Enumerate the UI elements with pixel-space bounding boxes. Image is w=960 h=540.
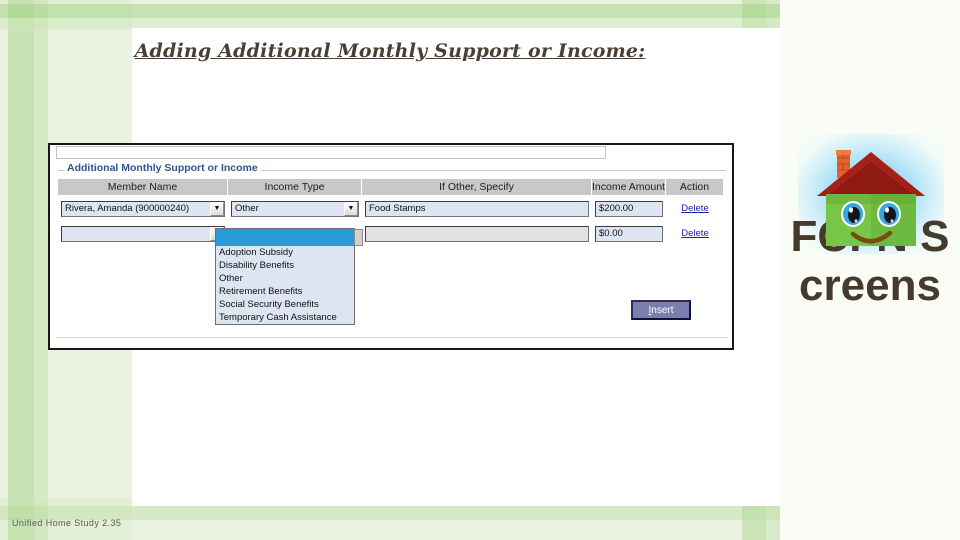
support-income-fieldset: Additional Monthly Support or Income Mem… — [56, 162, 728, 348]
table-row: Rivera, Amanda (900000240) ▼ Other ▼ Foo… — [58, 196, 724, 221]
embedded-app-screenshot: Additional Monthly Support or Income Mem… — [48, 143, 734, 350]
delete-link[interactable]: Delete — [681, 228, 708, 239]
dropdown-scrollbar[interactable] — [354, 229, 363, 246]
footer-version-label: Unified Home Study 2.35 — [12, 518, 122, 528]
column-header-action: Action — [666, 179, 724, 196]
if-other-cell: Food Stamps — [362, 196, 592, 221]
slide-canvas: Adding Additional Monthly Support or Inc… — [0, 0, 960, 540]
member-name-select[interactable]: ▼ — [61, 225, 225, 242]
table-header-row: Member Name Income Type If Other, Specif… — [58, 179, 724, 196]
fieldset-legend: Additional Monthly Support or Income — [64, 162, 261, 174]
brand-block: FCFN Screens — [780, 130, 960, 380]
column-header-income-type: Income Type — [228, 179, 362, 196]
top-partial-input[interactable] — [56, 146, 606, 159]
dropdown-option[interactable]: Disability Benefits — [216, 259, 354, 272]
member-name-value: Rivera, Amanda (900000240) — [65, 203, 190, 214]
form-bottom-rule — [56, 337, 728, 338]
dropdown-option[interactable]: Retirement Benefits — [216, 285, 354, 298]
smiling-house-logo — [817, 150, 925, 246]
income-amount-input[interactable]: $0.00 — [595, 225, 663, 242]
column-header-if-other-specify: If Other, Specify — [362, 179, 592, 196]
income-type-cell: Other ▼ — [228, 196, 362, 221]
action-cell: Delete — [666, 196, 724, 221]
income-type-value: Other — [235, 203, 259, 214]
support-income-table: Member Name Income Type If Other, Specif… — [58, 179, 724, 246]
table-row: ▼ $0.00 Delete — [58, 221, 724, 246]
dropdown-option[interactable] — [216, 229, 354, 246]
dropdown-option[interactable]: Other — [216, 272, 354, 285]
income-type-dropdown-list[interactable]: Adoption Subsidy Disability Benefits Oth… — [215, 228, 363, 325]
bg-band — [34, 0, 48, 540]
chevron-down-icon[interactable]: ▼ — [344, 201, 358, 216]
column-header-member-name: Member Name — [58, 179, 228, 196]
member-name-select[interactable]: Rivera, Amanda (900000240) ▼ — [61, 200, 225, 217]
insert-button-label: nsert — [651, 304, 674, 316]
if-other-cell — [362, 221, 592, 246]
income-type-select[interactable]: Other ▼ — [231, 200, 359, 217]
column-header-income-amount: Income Amount — [592, 179, 666, 196]
dropdown-option[interactable]: Social Security Benefits — [216, 298, 354, 311]
income-amount-input[interactable]: $200.00 — [595, 200, 663, 217]
chevron-down-icon[interactable]: ▼ — [210, 201, 224, 216]
dropdown-option[interactable]: Temporary Cash Assistance — [216, 311, 354, 324]
if-other-specify-input — [365, 225, 589, 242]
if-other-specify-input[interactable]: Food Stamps — [365, 200, 589, 217]
page-title: Adding Additional Monthly Support or Inc… — [134, 40, 646, 62]
bg-band — [8, 0, 34, 540]
action-cell: Delete — [666, 221, 724, 246]
insert-button[interactable]: Insert — [631, 300, 691, 320]
member-name-cell: Rivera, Amanda (900000240) ▼ — [58, 196, 228, 221]
member-name-cell: ▼ — [58, 221, 228, 246]
delete-link[interactable]: Delete — [681, 203, 708, 214]
income-amount-cell: $0.00 — [592, 221, 666, 246]
income-amount-cell: $200.00 — [592, 196, 666, 221]
dropdown-option[interactable]: Adoption Subsidy — [216, 246, 354, 259]
